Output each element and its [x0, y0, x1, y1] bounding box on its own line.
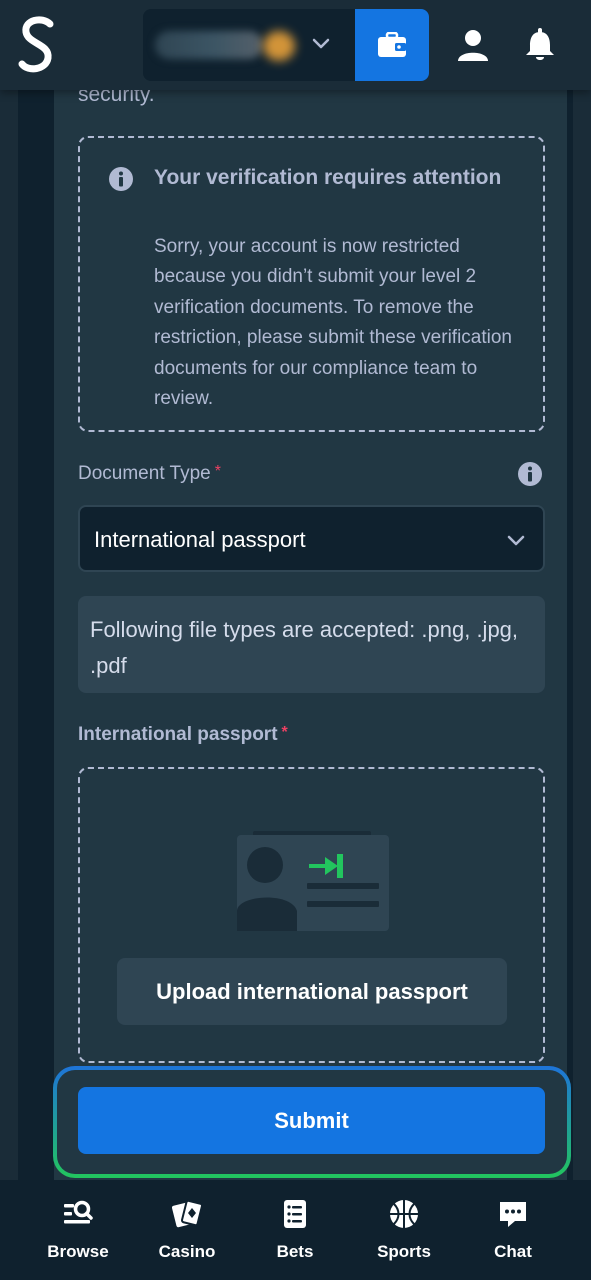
- notice-body: Sorry, your account is now restricted be…: [154, 236, 512, 410]
- document-type-label: Document Type *: [78, 463, 221, 485]
- upload-passport-button[interactable]: Upload international passport: [117, 958, 507, 1025]
- left-rail: [0, 90, 54, 1180]
- nav-browse[interactable]: Browse: [28, 1194, 128, 1270]
- wallet-button[interactable]: [355, 9, 429, 81]
- balance-amount-blurred: [155, 31, 263, 59]
- document-type-select[interactable]: International passport: [78, 505, 545, 572]
- required-mark: *: [281, 724, 288, 741]
- info-icon[interactable]: [517, 461, 543, 487]
- currency-coin-icon: [263, 31, 295, 61]
- chevron-down-icon: [507, 535, 525, 546]
- wallet-icon: [378, 32, 406, 57]
- nav-label: Chat: [494, 1242, 532, 1261]
- wallet-selector[interactable]: [143, 9, 429, 81]
- nav-sports[interactable]: Sports: [354, 1194, 454, 1270]
- id-card-upload-icon: [237, 831, 389, 931]
- nav-label: Casino: [158, 1242, 216, 1261]
- passport-upload-dropzone[interactable]: Upload international passport: [78, 767, 545, 1063]
- bet-slip-icon: [284, 1200, 306, 1228]
- user-icon[interactable]: [455, 28, 491, 62]
- submit-button[interactable]: Submit: [78, 1087, 545, 1154]
- nav-label: Browse: [47, 1242, 109, 1261]
- chat-icon: [500, 1202, 526, 1227]
- document-type-label-text: Document Type: [78, 463, 211, 484]
- verification-notice: Your verification requires attention Sor…: [78, 136, 545, 432]
- accepted-file-types-note: Following file types are accepted: .png,…: [78, 596, 545, 693]
- nav-label: Bets: [276, 1242, 314, 1261]
- document-type-value: International passport: [94, 527, 306, 552]
- info-icon: [109, 167, 133, 191]
- cards-icon: [172, 1199, 203, 1228]
- chevron-down-icon[interactable]: [309, 31, 333, 55]
- right-rail: [567, 90, 591, 1180]
- passport-upload-label-text: International passport: [78, 724, 278, 745]
- basketball-icon: [390, 1200, 418, 1228]
- browse-search-icon: [64, 1200, 93, 1224]
- nav-casino[interactable]: Casino: [137, 1194, 237, 1270]
- top-bar: [0, 0, 591, 90]
- required-mark: *: [214, 463, 221, 480]
- nav-bets[interactable]: Bets: [245, 1194, 345, 1270]
- passport-upload-label: International passport *: [78, 724, 288, 746]
- bottom-navigation: Browse Casino Bets Sports Chat: [0, 1180, 591, 1280]
- nav-label: Sports: [377, 1242, 431, 1261]
- stake-logo[interactable]: [16, 14, 60, 78]
- nav-chat[interactable]: Chat: [463, 1194, 563, 1270]
- bell-icon[interactable]: [522, 26, 558, 62]
- notice-title: Your verification requires attention: [154, 166, 502, 189]
